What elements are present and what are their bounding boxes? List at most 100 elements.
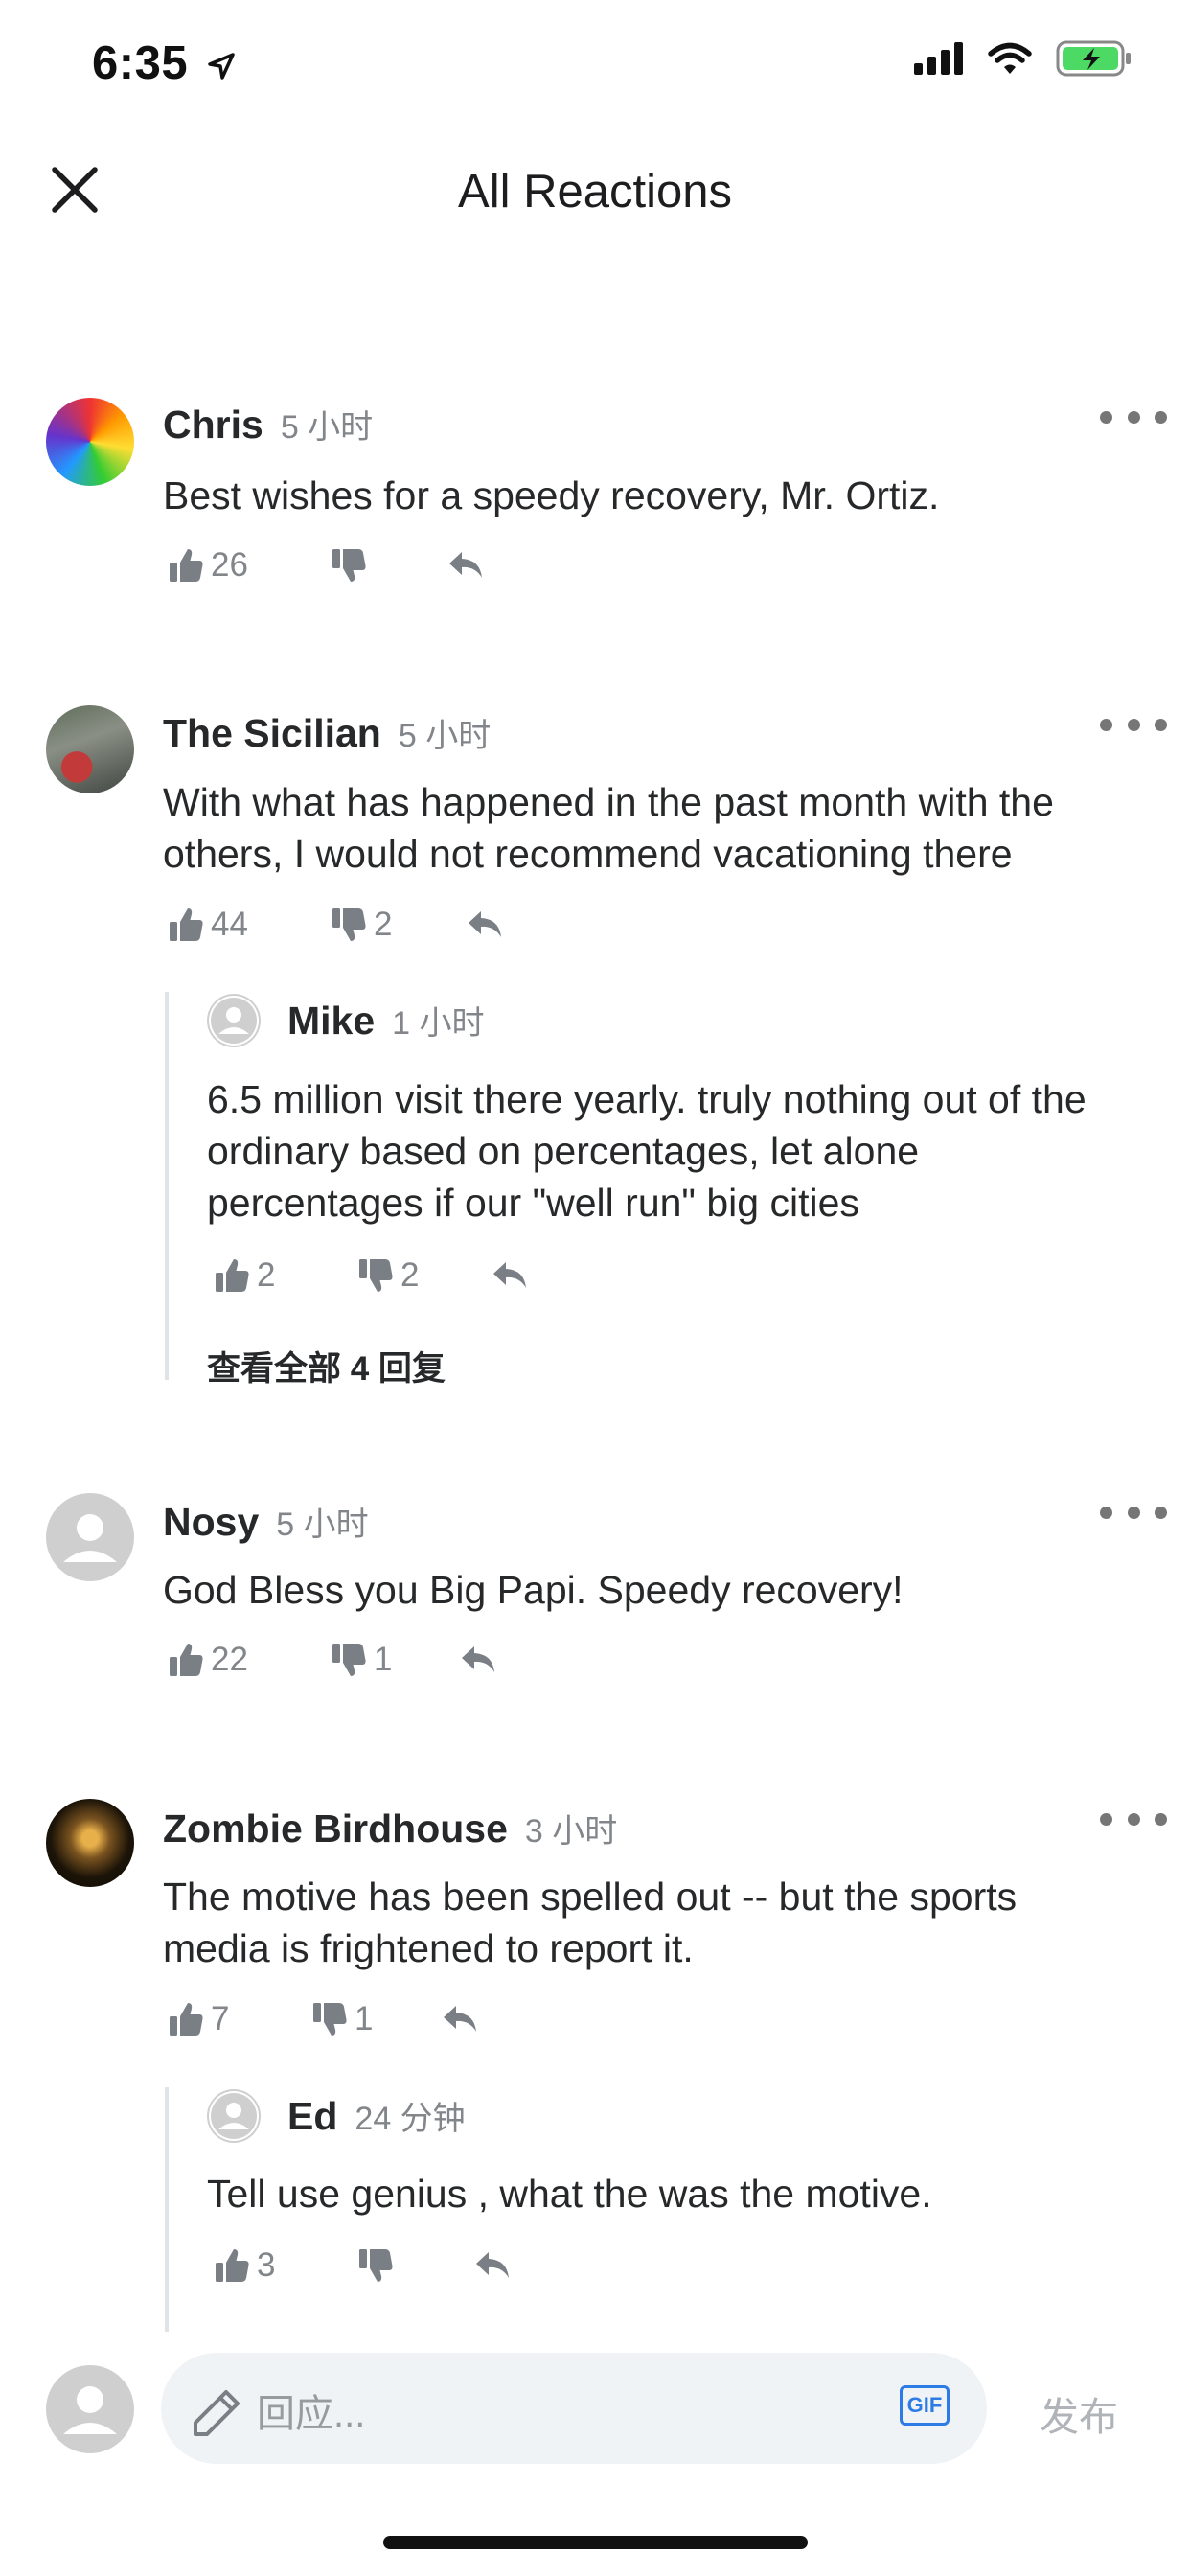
more-options-button[interactable] [1100, 402, 1167, 431]
cellular-signal-icon [914, 42, 963, 75]
thumbs-up-icon [170, 1644, 203, 1676]
avatar[interactable] [46, 1799, 134, 1887]
comment-author[interactable]: Chris [163, 402, 263, 448]
gif-button[interactable]: GIF [900, 2385, 950, 2426]
reply-header: Mike 1 小时 [287, 997, 485, 1044]
avatar[interactable] [46, 1493, 134, 1581]
dislike-button[interactable]: 1 [330, 1641, 392, 1679]
comment-time: 5 小时 [398, 718, 492, 754]
like-button[interactable]: 44 [167, 906, 248, 944]
reply-arrow-icon [449, 552, 482, 578]
status-time: 6:35 [92, 36, 236, 90]
dislike-count: 2 [400, 1256, 420, 1294]
reply-button[interactable] [491, 1256, 529, 1295]
post-button[interactable]: 发布 [1040, 2384, 1118, 2442]
like-button[interactable]: 22 [167, 1641, 248, 1679]
comment-actions: 26 [167, 541, 482, 589]
comment-author[interactable]: Zombie Birdhouse [163, 1806, 508, 1852]
home-indicator[interactable] [383, 2536, 808, 2549]
comment-header: The Sicilian 5 小时 [163, 709, 491, 756]
comment-text: Best wishes for a speedy recovery, Mr. O… [163, 473, 940, 518]
reply-arrow-icon [493, 1262, 526, 1288]
like-count: 44 [211, 906, 248, 943]
thumbs-up-icon [170, 549, 203, 582]
reply-actions: 3 [213, 2242, 509, 2289]
more-options-button[interactable] [1100, 710, 1167, 739]
like-button[interactable]: 7 [167, 2000, 229, 2038]
reply-button[interactable] [459, 1641, 497, 1679]
dislike-count: 1 [355, 2000, 374, 2037]
reply-arrow-icon [476, 2252, 509, 2278]
default-avatar-icon [209, 996, 259, 1046]
avatar[interactable] [46, 705, 134, 794]
default-avatar-icon [63, 1514, 117, 1562]
status-icons [914, 40, 1133, 77]
comment-text: God Bless you Big Papi. Speedy recovery! [163, 1568, 904, 1612]
like-button[interactable]: 3 [213, 2246, 275, 2285]
view-all-replies-link[interactable]: 查看全部 4 回复 [207, 1342, 446, 1391]
thumbs-down-icon [359, 2249, 393, 2282]
reply-text: 6.5 million visit there yearly. truly no… [207, 1077, 1087, 1225]
battery-charging-icon [1056, 40, 1131, 77]
pencil-icon [194, 2390, 240, 2436]
default-avatar-icon [63, 2386, 117, 2434]
reply-actions: 2 2 [213, 1252, 526, 1300]
reply-button[interactable] [473, 2246, 512, 2285]
comment-actions: 44 2 [167, 901, 501, 949]
comment-author[interactable]: Nosy [163, 1500, 259, 1545]
thumbs-down-icon [313, 2003, 347, 2036]
avatar[interactable] [207, 2089, 261, 2143]
like-count: 7 [211, 2000, 230, 2037]
thumbs-down-icon [359, 1259, 393, 1292]
reply-button[interactable] [466, 906, 504, 944]
comment-text: With what has happened in the past month… [163, 780, 1054, 876]
thumbs-up-icon [216, 2249, 249, 2282]
thumbs-down-icon [332, 908, 366, 941]
dislike-button[interactable]: 2 [356, 1256, 419, 1295]
like-button[interactable]: 26 [167, 546, 248, 585]
reply-time: 1 小时 [392, 1005, 485, 1042]
comment-time: 5 小时 [280, 409, 374, 446]
reply-button[interactable] [446, 546, 485, 585]
thumbs-up-icon [216, 1259, 249, 1292]
dislike-button[interactable]: 2 [330, 906, 392, 944]
comment-author[interactable]: The Sicilian [163, 711, 381, 756]
avatar[interactable] [207, 994, 261, 1047]
comment-input-placeholder: 回应... [257, 2393, 366, 2435]
wifi-icon [988, 42, 1032, 74]
dislike-button[interactable] [356, 2246, 395, 2285]
more-options-button[interactable] [1100, 1498, 1167, 1527]
comment-time: 3 小时 [524, 1813, 618, 1850]
reply-text: Tell use genius , what the was the motiv… [207, 2172, 932, 2216]
thumbs-up-icon [170, 2003, 203, 2036]
like-count: 2 [257, 1256, 276, 1294]
like-count: 3 [257, 2246, 276, 2284]
comment-time: 5 小时 [276, 1506, 369, 1543]
dislike-button[interactable]: 1 [310, 2000, 373, 2038]
reply-time: 24 分钟 [355, 2101, 466, 2137]
like-count: 22 [211, 1641, 248, 1678]
default-avatar-icon [209, 2091, 259, 2141]
comment-text: The motive has been spelled out -- but t… [163, 1874, 1018, 1970]
reply-arrow-icon [444, 2006, 476, 2032]
comment-header: Nosy 5 小时 [163, 1498, 369, 1545]
reply-arrow-icon [469, 911, 501, 937]
reply-button[interactable] [441, 2000, 479, 2038]
comment-actions: 22 1 [167, 1636, 494, 1684]
thumbs-down-icon [332, 549, 366, 582]
comment-header: Zombie Birdhouse 3 小时 [163, 1805, 617, 1852]
dislike-count: 2 [374, 906, 393, 943]
reply-author[interactable]: Ed [287, 2094, 337, 2139]
more-options-button[interactable] [1100, 1805, 1167, 1833]
reply-author[interactable]: Mike [287, 999, 375, 1044]
dislike-button[interactable] [330, 546, 368, 585]
comment-actions: 7 1 [167, 1995, 476, 2043]
avatar[interactable] [46, 398, 134, 486]
reply-arrow-icon [462, 1646, 494, 1672]
user-avatar[interactable] [46, 2365, 134, 2453]
like-count: 26 [211, 546, 248, 584]
like-button[interactable]: 2 [213, 1256, 275, 1295]
reply-header: Ed 24 分钟 [287, 2092, 466, 2139]
thumbs-down-icon [332, 1644, 366, 1676]
thumbs-up-icon [170, 908, 203, 941]
